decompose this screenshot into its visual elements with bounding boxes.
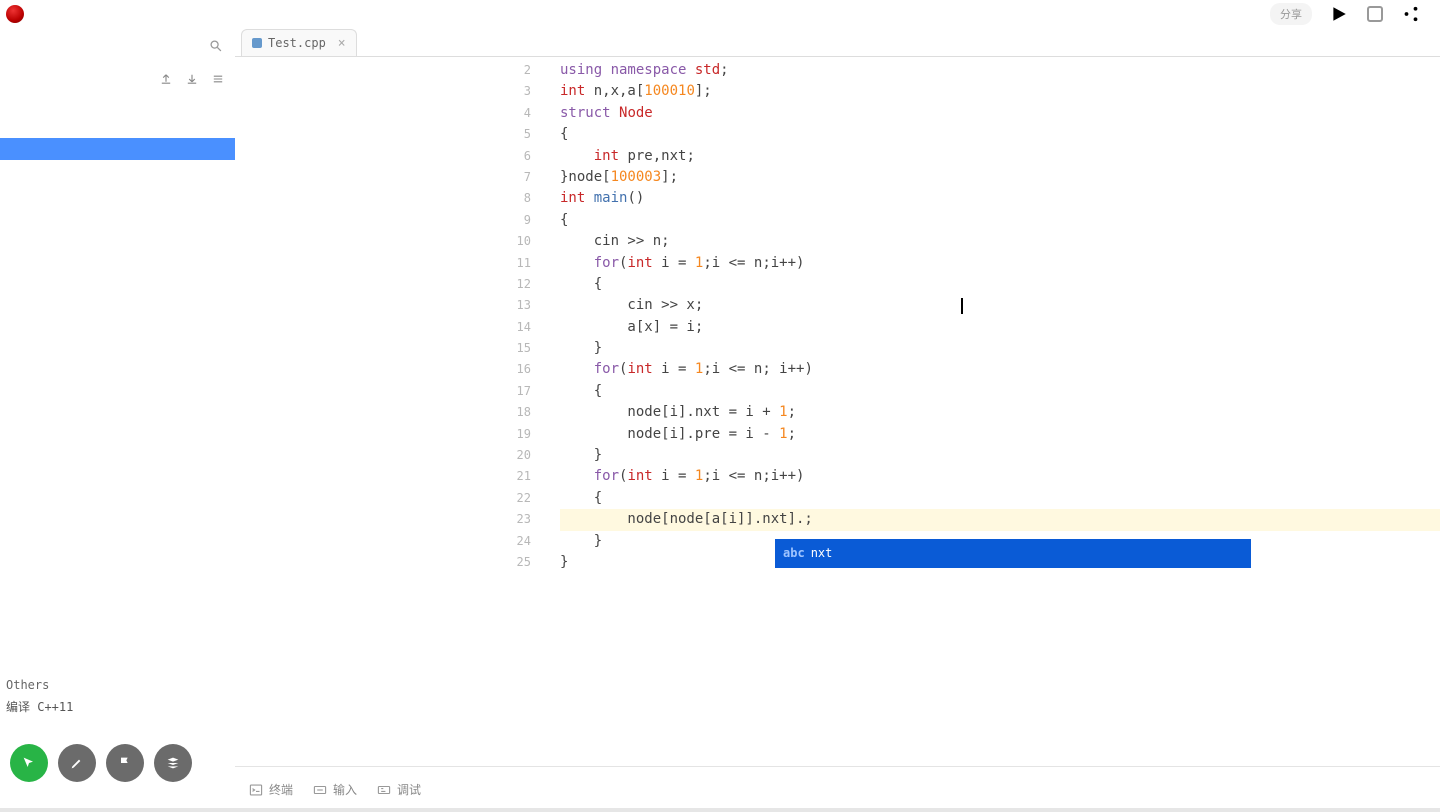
code-view[interactable]: 2345678910111213141516171819202122232425…: [235, 56, 1440, 767]
project-toolbar: [0, 66, 235, 94]
bottom-input[interactable]: 输入: [313, 781, 357, 798]
stop-icon[interactable]: [1366, 5, 1384, 23]
fab-row: [10, 744, 192, 782]
others-header: Others: [0, 674, 235, 696]
bottom-strip: [0, 808, 1440, 812]
file-row-7[interactable]: [0, 248, 235, 270]
search-icon[interactable]: [209, 39, 225, 55]
bottom-bar: 终端 输入 调试: [235, 766, 1440, 812]
completion-popup[interactable]: abcnxt: [775, 539, 1251, 568]
code-line-9[interactable]: {: [560, 210, 1440, 231]
code-source[interactable]: using namespace std;int n,x,a[100010];st…: [560, 60, 1440, 573]
code-line-12[interactable]: {: [560, 274, 1440, 295]
code-line-17[interactable]: {: [560, 381, 1440, 402]
gutter: 2345678910111213141516171819202122232425: [235, 60, 541, 573]
file-row-1[interactable]: [0, 116, 235, 138]
completion-kind: abc: [783, 546, 805, 560]
file-icon: [252, 38, 262, 48]
text-cursor: [961, 298, 963, 314]
tab-testcpp[interactable]: Test.cpp ×: [241, 29, 357, 56]
code-line-19[interactable]: node[i].pre = i - 1;: [560, 424, 1440, 445]
bottom-terminal[interactable]: 终端: [249, 781, 293, 798]
sidebar-tab-files[interactable]: [10, 40, 17, 54]
share-button[interactable]: 分享: [1270, 3, 1312, 25]
compiler-label[interactable]: 编译 C++11: [0, 696, 235, 717]
code-line-5[interactable]: {: [560, 124, 1440, 145]
cursor-fab[interactable]: [10, 744, 48, 782]
code-line-20[interactable]: }: [560, 445, 1440, 466]
bottom-debug[interactable]: 调试: [377, 781, 421, 798]
code-line-2[interactable]: using namespace std;: [560, 60, 1440, 81]
code-line-14[interactable]: a[x] = i;: [560, 317, 1440, 338]
code-line-3[interactable]: int n,x,a[100010];: [560, 81, 1440, 102]
code-line-7[interactable]: }node[100003];: [560, 167, 1440, 188]
code-line-23[interactable]: node[node[a[i]].nxt].;: [560, 509, 1440, 530]
file-row-0[interactable]: [0, 94, 235, 116]
upload-icon[interactable]: [159, 72, 173, 89]
file-row-3[interactable]: [0, 160, 235, 182]
file-list: [0, 94, 235, 314]
file-row-2[interactable]: [0, 138, 235, 160]
code-line-8[interactable]: int main(): [560, 188, 1440, 209]
code-line-16[interactable]: for(int i = 1;i <= n; i++): [560, 359, 1440, 380]
download-icon[interactable]: [185, 72, 199, 89]
code-line-13[interactable]: cin >> x;: [560, 295, 1440, 316]
code-line-10[interactable]: cin >> n;: [560, 231, 1440, 252]
tab-label: Test.cpp: [268, 36, 326, 50]
code-line-4[interactable]: struct Node: [560, 103, 1440, 124]
file-row-5[interactable]: [0, 204, 235, 226]
file-row-9[interactable]: [0, 292, 235, 314]
pen-fab[interactable]: [58, 744, 96, 782]
code-line-11[interactable]: for(int i = 1;i <= n;i++): [560, 253, 1440, 274]
code-line-22[interactable]: {: [560, 488, 1440, 509]
code-line-15[interactable]: }: [560, 338, 1440, 359]
file-row-6[interactable]: [0, 226, 235, 248]
code-line-18[interactable]: node[i].nxt = i + 1;: [560, 402, 1440, 423]
code-line-21[interactable]: for(int i = 1;i <= n;i++): [560, 466, 1440, 487]
menu-icon[interactable]: [211, 72, 225, 89]
close-icon[interactable]: ×: [338, 36, 346, 51]
editor-area: Test.cpp × 23456789101112131415161718192…: [235, 28, 1440, 767]
sidebar-tabs: [0, 28, 235, 66]
app-logo: [6, 5, 24, 23]
flag-fab[interactable]: [106, 744, 144, 782]
sidebar: Others 编译 C++11: [0, 28, 236, 767]
file-row-4[interactable]: [0, 182, 235, 204]
file-row-8[interactable]: [0, 270, 235, 292]
completion-text: nxt: [811, 546, 833, 560]
editor-tabbar: Test.cpp ×: [235, 28, 1440, 57]
stack-fab[interactable]: [154, 744, 192, 782]
run-icon[interactable]: [1330, 5, 1348, 23]
share-icon[interactable]: [1402, 5, 1420, 23]
code-line-6[interactable]: int pre,nxt;: [560, 146, 1440, 167]
